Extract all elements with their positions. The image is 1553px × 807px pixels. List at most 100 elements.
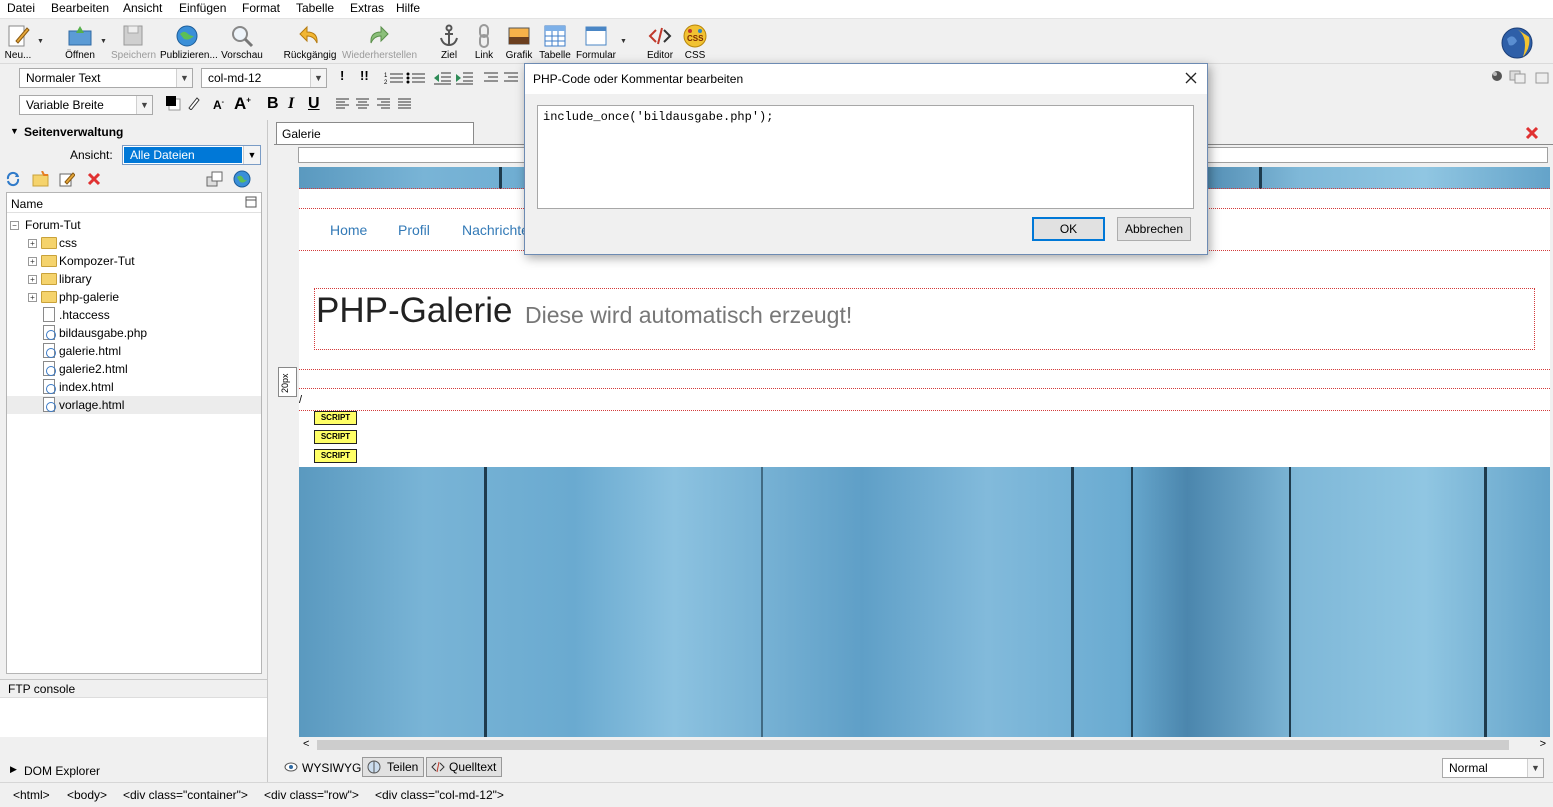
menu-datei[interactable]: Datei <box>7 1 35 15</box>
table-button[interactable]: Tabelle <box>538 23 572 61</box>
menu-einfuegen[interactable]: Einfügen <box>179 1 226 15</box>
class-select[interactable]: col-md-12 ▼ <box>201 68 327 88</box>
underline-button[interactable]: U <box>308 95 320 113</box>
css-button[interactable]: CSS CSS <box>680 23 710 61</box>
anchor-button[interactable]: Ziel <box>434 23 464 61</box>
italic-button[interactable]: I <box>288 95 294 113</box>
font-smaller-icon[interactable]: A- <box>213 98 224 112</box>
tree-item-folder[interactable]: + css <box>7 234 261 252</box>
bold-button[interactable]: B <box>267 95 279 113</box>
indent-icon[interactable] <box>456 71 474 88</box>
preview-button[interactable]: Vorschau <box>221 23 263 61</box>
expand-icon[interactable]: + <box>28 239 37 248</box>
scrollbar-thumb[interactable] <box>317 740 1509 750</box>
close-icon[interactable] <box>1184 71 1198 88</box>
column-picker-icon[interactable] <box>245 196 257 211</box>
tree-item-folder[interactable]: + Kompozer-Tut <box>7 252 261 270</box>
open-dropdown-icon[interactable]: ▼ <box>100 38 107 45</box>
php-code-textarea[interactable]: include_once('bildausgabe.php'); <box>537 105 1194 209</box>
redo-button[interactable]: Wiederherstellen <box>342 23 417 61</box>
new-dropdown-icon[interactable]: ▼ <box>37 38 44 45</box>
align-center-icon[interactable] <box>356 98 370 113</box>
form-button[interactable]: Formular <box>576 23 616 61</box>
column-header[interactable]: Name <box>7 193 261 213</box>
expand-icon[interactable]: + <box>28 275 37 284</box>
window-mode-icon[interactable] <box>1535 70 1551 87</box>
scroll-left-icon[interactable]: < <box>303 738 309 750</box>
delete-icon[interactable] <box>86 171 102 190</box>
highlight-pen-icon[interactable] <box>187 96 201 113</box>
menu-extras[interactable]: Extras <box>350 1 384 15</box>
tab-source[interactable]: Quelltext <box>426 757 502 777</box>
refresh-icon[interactable] <box>5 171 21 190</box>
script-badge[interactable]: SCRIPT <box>314 430 357 444</box>
ftp-console-header[interactable]: FTP console <box>0 680 267 698</box>
tab-galerie[interactable]: Galerie <box>276 122 474 144</box>
paragraph-style-select[interactable]: Normaler Text ▼ <box>19 68 193 88</box>
align-left-icon[interactable] <box>336 98 350 113</box>
tree-item-folder[interactable]: + php-galerie <box>7 288 261 306</box>
font-family-select[interactable]: Variable Breite ▼ <box>19 95 153 115</box>
numbered-list-icon[interactable]: 12 <box>384 71 404 88</box>
nav-link-profil[interactable]: Profil <box>398 222 430 238</box>
duplicate-window-icon[interactable] <box>1509 70 1527 87</box>
important-icon[interactable]: ! <box>340 68 344 83</box>
ok-button[interactable]: OK <box>1032 217 1105 241</box>
tree-item-file[interactable]: bildausgabe.php <box>7 324 261 342</box>
nav-link-home[interactable]: Home <box>330 222 367 238</box>
menu-hilfe[interactable]: Hilfe <box>396 1 420 15</box>
tab-wysiwyg[interactable]: WYSIWYG <box>280 757 361 777</box>
tag-path-item[interactable]: <body> <box>67 788 107 802</box>
edit-file-icon[interactable] <box>59 171 76 190</box>
menu-bearbeiten[interactable]: Bearbeiten <box>51 1 109 15</box>
dom-explorer-header[interactable]: ▶ DOM Explorer <box>0 760 267 780</box>
align-options-icon[interactable] <box>484 71 520 88</box>
tree-item-file[interactable]: index.html <box>7 378 261 396</box>
menu-tabelle[interactable]: Tabelle <box>296 1 334 15</box>
editor-button[interactable]: Editor <box>645 23 675 61</box>
tree-item-file[interactable]: .htaccess <box>7 306 261 324</box>
view-select[interactable]: Alle Dateien ▼ <box>122 145 261 165</box>
open-button[interactable]: Öffnen <box>62 23 98 61</box>
menu-ansicht[interactable]: Ansicht <box>123 1 162 15</box>
tree-item-file-selected[interactable]: vorlage.html <box>7 396 261 414</box>
link-button[interactable]: Link <box>470 23 498 61</box>
dialog-titlebar[interactable]: PHP-Code oder Kommentar bearbeiten <box>525 64 1207 94</box>
horizontal-scrollbar[interactable]: < > <box>299 737 1550 753</box>
collapse-icon[interactable]: − <box>10 221 19 230</box>
tab-split[interactable]: Teilen <box>362 757 424 777</box>
tree-item-file[interactable]: galerie2.html <box>7 360 261 378</box>
publish-button[interactable]: Publizieren... <box>160 23 218 61</box>
script-badge[interactable]: SCRIPT <box>314 449 357 463</box>
very-important-icon[interactable]: !! <box>360 68 369 83</box>
tag-path-item[interactable]: <div class="row"> <box>264 788 359 802</box>
tag-path-item[interactable]: <div class="container"> <box>123 788 248 802</box>
close-tab-icon[interactable] <box>1525 126 1539 143</box>
form-dropdown-icon[interactable]: ▼ <box>620 38 627 45</box>
site-manager-header[interactable]: ▼ Seitenverwaltung <box>6 124 262 142</box>
save-button[interactable]: Speichern <box>111 23 156 61</box>
expand-icon[interactable]: + <box>28 293 37 302</box>
tag-path-item[interactable]: <div class="col-md-12"> <box>375 788 504 802</box>
globe-icon[interactable] <box>233 170 251 191</box>
cascade-windows-icon[interactable] <box>206 171 224 190</box>
menu-format[interactable]: Format <box>242 1 280 15</box>
tree-item-root[interactable]: − Forum-Tut <box>7 216 261 234</box>
tree-item-file[interactable]: galerie.html <box>7 342 261 360</box>
undo-button[interactable]: Rückgängig <box>283 23 337 61</box>
bullet-list-icon[interactable] <box>406 71 426 88</box>
font-larger-icon[interactable]: A+ <box>234 94 251 114</box>
new-button[interactable]: Neu... <box>3 23 33 61</box>
align-right-icon[interactable] <box>377 98 391 113</box>
align-justify-icon[interactable] <box>398 98 412 113</box>
tag-path-item[interactable]: <html> <box>13 788 50 802</box>
expand-icon[interactable]: + <box>28 257 37 266</box>
outdent-icon[interactable] <box>434 71 452 88</box>
text-color-icon[interactable] <box>165 95 181 114</box>
zoom-select[interactable]: Normal ▼ <box>1442 758 1544 778</box>
script-badge[interactable]: SCRIPT <box>314 411 357 425</box>
scroll-right-icon[interactable]: > <box>1540 738 1546 750</box>
cancel-button[interactable]: Abbrechen <box>1117 217 1191 241</box>
image-button[interactable]: Grafik <box>504 23 534 61</box>
new-folder-icon[interactable] <box>32 170 50 190</box>
